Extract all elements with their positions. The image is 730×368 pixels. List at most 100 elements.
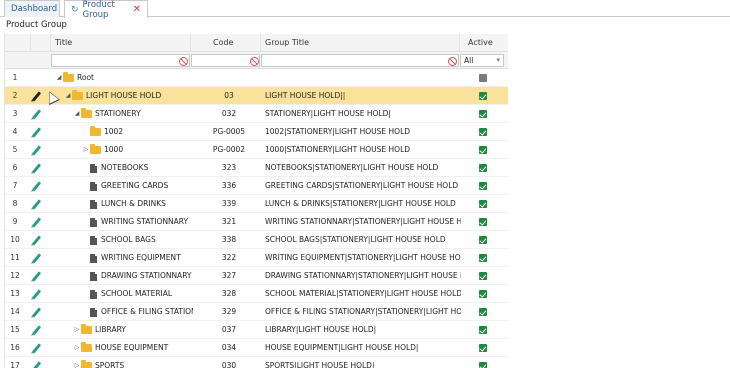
edit-pencil-icon[interactable] bbox=[31, 357, 49, 368]
tree-title-cell[interactable]: SCHOOL BAGS bbox=[55, 231, 193, 249]
edit-pencil-icon[interactable] bbox=[31, 177, 49, 195]
checked-checkbox-icon[interactable] bbox=[479, 146, 487, 154]
page-title: Product Group bbox=[6, 20, 67, 30]
checked-checkbox-icon[interactable] bbox=[479, 344, 487, 352]
tree-title-cell[interactable]: ▷ HOUSE EQUIPMENT bbox=[55, 339, 193, 357]
edit-pencil-icon[interactable] bbox=[31, 249, 49, 267]
table-row[interactable]: 5 ▷ 1000 PG-0002 1000|STATIONERY|LIGHT HOUSE… bbox=[5, 141, 508, 159]
edit-pencil-icon[interactable] bbox=[31, 105, 49, 123]
row-number: 13 bbox=[10, 289, 20, 298]
code-cell: 032 bbox=[221, 109, 237, 118]
collapse-triangle-icon[interactable]: ◢ bbox=[64, 87, 72, 105]
edit-pencil-icon[interactable] bbox=[31, 195, 49, 213]
checked-checkbox-icon[interactable] bbox=[479, 164, 487, 172]
table-row[interactable]: 6 NOTEBOOKS 323 NOTEBOOKS|STATIONERY|LIGHT … bbox=[5, 159, 508, 177]
edit-pencil-icon[interactable] bbox=[31, 339, 49, 357]
checked-checkbox-icon[interactable] bbox=[479, 308, 487, 316]
tree-title-cell[interactable]: OFFICE & FILING STATIONARY bbox=[55, 303, 193, 321]
table-row[interactable]: 3 ◢ STATIONERY 032 STATIONERY|LIGHT HOUSE HO… bbox=[5, 105, 508, 123]
group-title-filter-input[interactable] bbox=[261, 54, 459, 67]
tree-title-cell[interactable]: ▷ LIBRARY bbox=[55, 321, 193, 339]
expand-triangle-icon[interactable]: ▷ bbox=[73, 357, 81, 368]
group-title-cell: STATIONERY|LIGHT HOUSE HOLD| bbox=[265, 109, 391, 118]
header-title[interactable]: Title bbox=[51, 34, 191, 52]
table-row[interactable]: 16 ▷ HOUSE EQUIPMENT 034 HOUSE EQUIPMENT|LIG… bbox=[5, 339, 508, 357]
checked-checkbox-icon[interactable] bbox=[479, 92, 487, 100]
table-row[interactable]: 15 ▷ LIBRARY 037 LIBRARY|LIGHT HOUSE HOLD| bbox=[5, 321, 508, 339]
tree-title-cell[interactable]: ◢ Root bbox=[55, 69, 193, 87]
tree-title-cell[interactable]: DRAWING STATIONNARY bbox=[55, 267, 193, 285]
header-code[interactable]: Code bbox=[191, 34, 261, 52]
table-row[interactable]: 9 WRITING STATIONNARY 321 WRITING STATIONNA… bbox=[5, 213, 508, 231]
edit-pencil-icon[interactable] bbox=[31, 267, 49, 285]
edit-pencil-icon[interactable] bbox=[31, 213, 49, 231]
checked-checkbox-icon[interactable] bbox=[479, 326, 487, 334]
table-row[interactable]: 2 ◢ LIGHT HOUSE HOLD 03 LIGHT HOUSE HOLD|| bbox=[5, 87, 508, 105]
table-row[interactable]: 14 OFFICE & FILING STATIONARY 329 OFFICE & … bbox=[5, 303, 508, 321]
table-row[interactable]: 12 DRAWING STATIONNARY 327 DRAWING STATIONN… bbox=[5, 267, 508, 285]
indeterminate-checkbox-icon[interactable] bbox=[479, 74, 487, 82]
code-cell: PG-0002 bbox=[212, 145, 246, 154]
table-row[interactable]: 7 GREETING CARDS 336 GREETING CARDS|STATION… bbox=[5, 177, 508, 195]
tree-title-cell[interactable]: 1002 bbox=[55, 123, 193, 141]
checked-checkbox-icon[interactable] bbox=[479, 218, 487, 226]
clear-filter-icon[interactable] bbox=[448, 57, 457, 66]
clear-filter-icon[interactable] bbox=[179, 57, 188, 66]
table-row[interactable]: 1 ◢ Root bbox=[5, 69, 508, 87]
checked-checkbox-icon[interactable] bbox=[479, 236, 487, 244]
tree-node-label: LIBRARY bbox=[95, 325, 126, 334]
edit-pencil-icon[interactable] bbox=[31, 159, 49, 177]
edit-pencil-icon[interactable] bbox=[31, 231, 49, 249]
header-group-title[interactable]: Group Title bbox=[261, 34, 460, 52]
refresh-icon[interactable]: ↻ bbox=[71, 5, 79, 15]
tree-title-cell[interactable]: WRITING STATIONNARY bbox=[55, 213, 193, 231]
tab-dashboard[interactable]: Dashboard bbox=[4, 0, 60, 17]
table-row[interactable]: 13 SCHOOL MATERIAL 328 SCHOOL MATERIAL|STAT… bbox=[5, 285, 508, 303]
table-row[interactable]: 10 SCHOOL BAGS 338 SCHOOL BAGS|STATIONERY|L… bbox=[5, 231, 508, 249]
checked-checkbox-icon[interactable] bbox=[479, 362, 487, 368]
checked-checkbox-icon[interactable] bbox=[479, 182, 487, 190]
active-cell bbox=[461, 267, 508, 285]
tab-product-group[interactable]: ↻ Product Group ✕ bbox=[64, 0, 148, 20]
edit-pencil-icon[interactable] bbox=[31, 141, 49, 159]
checked-checkbox-icon[interactable] bbox=[479, 254, 487, 262]
file-icon bbox=[90, 307, 97, 317]
folder-icon bbox=[90, 126, 101, 136]
tree-title-cell[interactable]: GREETING CARDS bbox=[55, 177, 193, 195]
tree-node-label: DRAWING STATIONNARY bbox=[101, 271, 192, 280]
checked-checkbox-icon[interactable] bbox=[479, 200, 487, 208]
edit-pencil-icon[interactable] bbox=[31, 285, 49, 303]
close-icon[interactable]: ✕ bbox=[133, 4, 141, 15]
header-active[interactable]: Active bbox=[460, 34, 508, 52]
edit-pencil-icon[interactable] bbox=[31, 303, 49, 321]
table-row[interactable]: 17 ▷ SPORTS 030 SPORTS|LIGHT HOUSE HOLD| bbox=[5, 357, 508, 368]
checked-checkbox-icon[interactable] bbox=[479, 272, 487, 280]
code-filter-input[interactable] bbox=[191, 54, 260, 67]
checked-checkbox-icon[interactable] bbox=[479, 110, 487, 118]
title-filter-input[interactable] bbox=[51, 54, 190, 67]
collapse-triangle-icon[interactable]: ◢ bbox=[55, 69, 63, 87]
edit-pencil-icon[interactable] bbox=[31, 321, 49, 339]
table-row[interactable]: 11 WRITING EQUIPMENT 322 WRITING EQUIPMENT|… bbox=[5, 249, 508, 267]
tree-title-cell[interactable]: NOTEBOOKS bbox=[55, 159, 193, 177]
tree-title-cell[interactable]: ▷ 1000 bbox=[55, 141, 193, 159]
table-row[interactable]: 8 LUNCH & DRINKS 339 LUNCH & DRINKS|STATION… bbox=[5, 195, 508, 213]
edit-pencil-icon[interactable] bbox=[31, 123, 49, 141]
tree-title-cell[interactable]: ◢ LIGHT HOUSE HOLD bbox=[55, 87, 193, 105]
group-title-cell: NOTEBOOKS|STATIONERY|LIGHT HOUSE HOLD bbox=[265, 163, 439, 172]
tree-title-cell[interactable]: ▷ SPORTS bbox=[55, 357, 193, 368]
expand-triangle-icon[interactable]: ▷ bbox=[73, 339, 81, 357]
checked-checkbox-icon[interactable] bbox=[479, 290, 487, 298]
clear-filter-icon[interactable] bbox=[250, 57, 259, 66]
expand-triangle-icon[interactable]: ▷ bbox=[82, 141, 90, 159]
tree-title-cell[interactable]: LUNCH & DRINKS bbox=[55, 195, 193, 213]
tree-title-cell[interactable]: ◢ STATIONERY bbox=[55, 105, 193, 123]
group-title-cell: DRAWING STATIONNARY|STATIONERY|LIGHT HOU… bbox=[265, 271, 461, 280]
expand-triangle-icon[interactable]: ▷ bbox=[73, 321, 81, 339]
active-filter-select[interactable]: All ▾ bbox=[460, 54, 504, 67]
collapse-triangle-icon[interactable]: ◢ bbox=[73, 105, 81, 123]
tree-title-cell[interactable]: WRITING EQUIPMENT bbox=[55, 249, 193, 267]
tree-title-cell[interactable]: SCHOOL MATERIAL bbox=[55, 285, 193, 303]
table-row[interactable]: 4 1002 PG-0005 1002|STATIONERY|LIGHT HOUSE … bbox=[5, 123, 508, 141]
checked-checkbox-icon[interactable] bbox=[479, 128, 487, 136]
